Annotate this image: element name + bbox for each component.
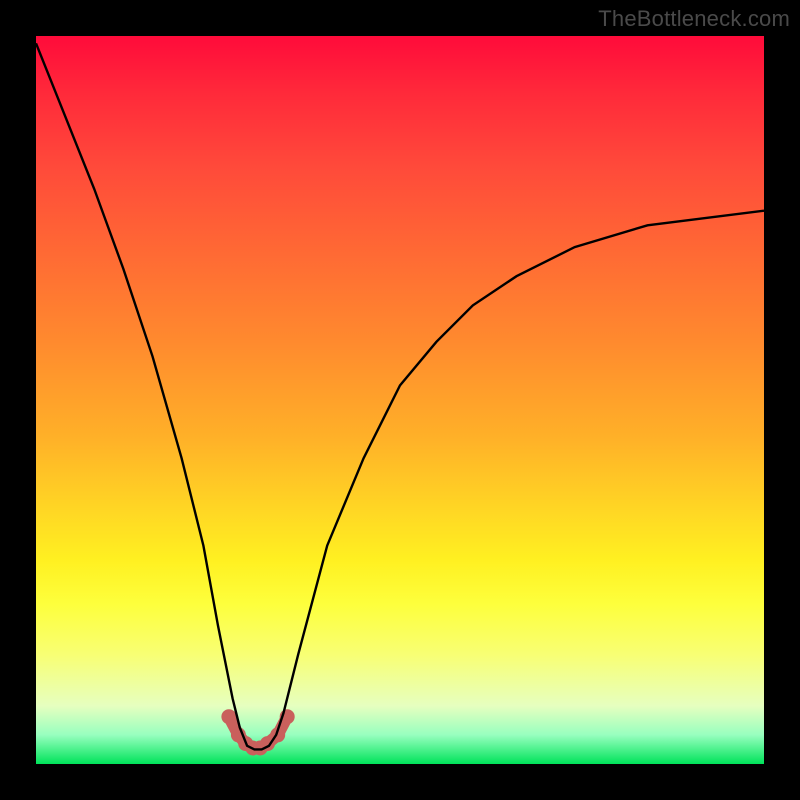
- curve-path: [36, 43, 764, 749]
- plot-area: [36, 36, 764, 764]
- marker-dot: [221, 709, 236, 724]
- watermark-text: TheBottleneck.com: [598, 6, 790, 32]
- outer-frame: TheBottleneck.com: [0, 0, 800, 800]
- chart-svg: [36, 36, 764, 764]
